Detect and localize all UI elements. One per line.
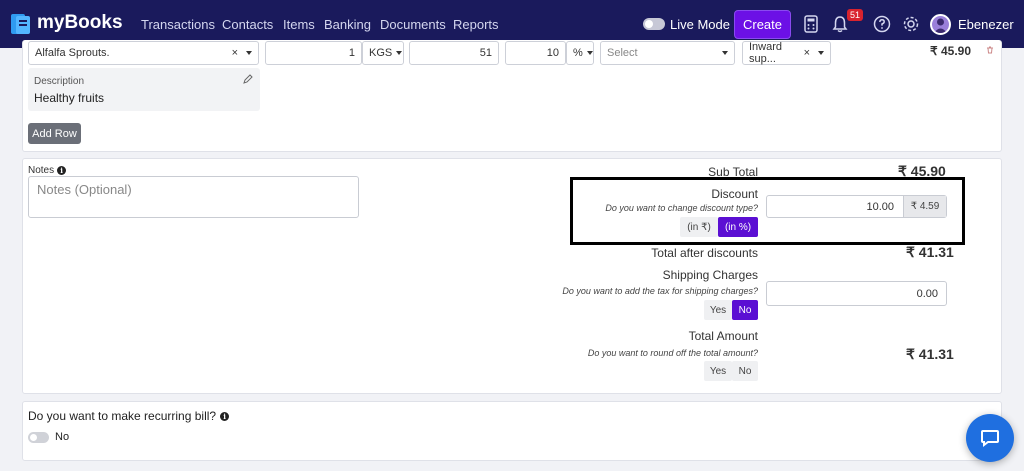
nav-items[interactable]: Items: [283, 17, 315, 32]
pencil-icon[interactable]: [243, 74, 253, 84]
total-after-discounts-label: Total after discounts: [651, 246, 758, 260]
chevron-down-icon: [586, 51, 593, 55]
recurring-question-text: Do you want to make recurring bill?: [28, 409, 217, 423]
clear-icon[interactable]: ×: [232, 47, 238, 59]
quantity-input[interactable]: 1: [265, 41, 362, 65]
calculator-icon[interactable]: [800, 13, 822, 35]
gear-icon[interactable]: [900, 13, 922, 35]
shipping-tax-yes[interactable]: Yes: [704, 300, 732, 320]
supply-type-select[interactable]: Inward sup... ×: [742, 41, 831, 65]
info-icon[interactable]: i: [220, 411, 230, 421]
user-name[interactable]: Ebenezer: [958, 17, 1014, 32]
discount-unit-select[interactable]: %: [566, 41, 594, 65]
round-off-yes[interactable]: Yes: [704, 361, 732, 381]
recurring-toggle[interactable]: [28, 432, 49, 443]
nav-reports[interactable]: Reports: [453, 17, 499, 32]
item-select[interactable]: Alfalfa Sprouts. ×: [28, 41, 259, 65]
notification-badge: 51: [847, 9, 864, 21]
discount-label: Discount: [711, 187, 758, 201]
notes-textarea[interactable]: Notes (Optional): [28, 176, 359, 218]
logo-icon[interactable]: [10, 12, 32, 36]
chevron-down-icon: [396, 51, 403, 55]
live-mode-label: Live Mode: [670, 17, 730, 32]
unit-select[interactable]: KGS: [362, 41, 404, 65]
unit-select-value: KGS: [369, 47, 393, 59]
discount-calculated-value: ₹ 4.59: [903, 196, 946, 217]
avatar[interactable]: [930, 14, 951, 35]
item-select-value: Alfalfa Sprouts.: [35, 47, 110, 59]
app-name[interactable]: myBooks: [37, 12, 123, 34]
total-after-discounts-value: ₹ 41.31: [906, 244, 954, 260]
row-amount: ₹ 45.90: [930, 44, 971, 58]
create-button[interactable]: Create: [734, 10, 791, 39]
supply-type-value: Inward sup...: [749, 41, 783, 65]
discount-input[interactable]: 10: [505, 41, 566, 65]
notes-label: Notes i: [28, 165, 67, 176]
trash-icon[interactable]: [986, 46, 994, 54]
add-row-button[interactable]: Add Row: [28, 123, 81, 144]
shipping-charges-input[interactable]: 0.00: [766, 281, 947, 306]
chat-button[interactable]: [966, 414, 1014, 462]
discount-percent-option[interactable]: (in %): [718, 217, 758, 237]
discount-hint: Do you want to change discount type?: [605, 203, 758, 213]
notes-label-text: Notes: [28, 165, 55, 176]
shipping-label: Shipping Charges: [662, 268, 758, 282]
help-icon[interactable]: [871, 13, 893, 35]
discount-unit-value: %: [573, 47, 583, 59]
chevron-down-icon: [722, 51, 728, 55]
round-off-no[interactable]: No: [732, 361, 758, 381]
chevron-down-icon: [246, 51, 252, 55]
rate-input[interactable]: 51: [409, 41, 499, 65]
nav-banking[interactable]: Banking: [324, 17, 371, 32]
description-value: Healthy fruits: [34, 91, 105, 105]
shipping-hint: Do you want to add the tax for shipping …: [562, 286, 758, 296]
live-mode-toggle[interactable]: [643, 18, 665, 30]
chevron-down-icon: [818, 51, 824, 55]
description-box[interactable]: Description Healthy fruits: [28, 68, 260, 111]
recurring-question: Do you want to make recurring bill? i: [28, 409, 230, 423]
tax-select[interactable]: Select: [600, 41, 735, 65]
discount-currency-option[interactable]: (in ₹): [680, 217, 718, 237]
clear-icon[interactable]: ×: [804, 47, 810, 59]
shipping-tax-no[interactable]: No: [732, 300, 758, 320]
nav-contacts[interactable]: Contacts: [222, 17, 273, 32]
description-label: Description: [34, 76, 85, 87]
round-off-hint: Do you want to round off the total amoun…: [587, 348, 758, 358]
info-icon[interactable]: i: [57, 166, 67, 175]
tax-select-placeholder: Select: [607, 47, 638, 59]
total-amount-label: Total Amount: [688, 329, 758, 343]
recurring-toggle-label: No: [55, 431, 70, 443]
total-amount-value: ₹ 41.31: [906, 346, 954, 362]
chat-icon: [981, 430, 999, 447]
nav-documents[interactable]: Documents: [380, 17, 446, 32]
nav-transactions[interactable]: Transactions: [141, 17, 215, 32]
